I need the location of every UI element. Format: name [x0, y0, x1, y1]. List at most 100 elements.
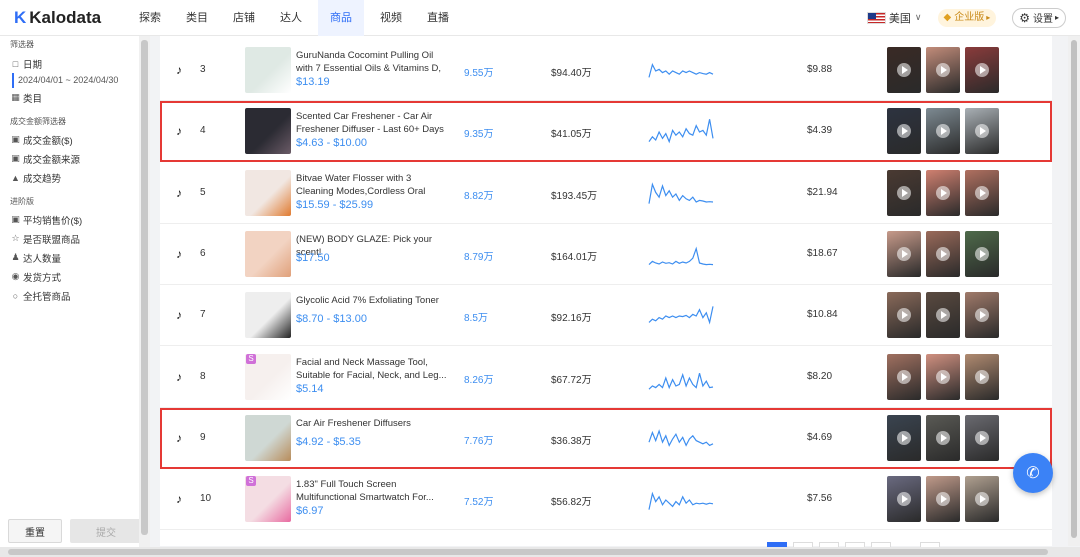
table-row[interactable]: ♪ 9 Car Air Freshener Diffusers $4.92 - $5.…	[160, 407, 1052, 469]
nav-item-6[interactable]: 直播	[418, 0, 458, 36]
video-thumbnail[interactable]	[965, 47, 999, 93]
top-bar: K Kalodata 探索 类目 店铺 达人 商品 视频 直播 美国 ∨ ◆ 企业版 ▸ ⚙…	[0, 0, 1080, 36]
video-thumbnail[interactable]	[887, 353, 921, 400]
video-thumbnail[interactable]	[926, 230, 960, 277]
sales-count[interactable]: 8.26万	[464, 371, 493, 386]
table-row[interactable]: ♪ 4 Scented Car Freshener - Car Air Freshe…	[160, 101, 1052, 163]
category-filter[interactable]: ▦ 类目	[10, 88, 149, 107]
avg-price: $18.67	[807, 247, 838, 259]
video-thumbnail[interactable]	[926, 108, 960, 155]
advanced-filter-item-2[interactable]: ♟ 达人数量	[10, 248, 149, 267]
gmv-filter-item-label: 成交金额($)	[23, 135, 73, 147]
avg-price: $8.20	[807, 370, 833, 382]
table-row[interactable]: ♪ 5 Bitvae Water Flosser with 3 Cleaning M…	[160, 163, 1052, 224]
sidebar-scrollbar-thumb[interactable]	[141, 40, 148, 535]
country-selector[interactable]: 美国	[889, 10, 911, 26]
nav-item-4[interactable]: 商品	[318, 0, 364, 36]
advanced-filter-item-3[interactable]: ◉ 发货方式	[10, 267, 149, 286]
sales-count[interactable]: 8.79万	[464, 248, 493, 263]
video-thumbnail[interactable]	[965, 353, 999, 400]
video-thumbnail[interactable]	[965, 169, 999, 216]
video-thumbnail[interactable]	[926, 353, 960, 400]
gmv-filter-list: ▣ 成交金额($) ▣ 成交金额来源 ▲ 成交趋势	[0, 130, 149, 187]
gmv-filter-item-1[interactable]: ▣ 成交金额来源	[10, 149, 149, 168]
product-title[interactable]: 1.83" Full Touch Screen Multifunctional …	[296, 478, 448, 504]
video-thumbnail[interactable]	[887, 292, 921, 339]
advanced-filter-item-4[interactable]: ○ 全托管商品	[10, 286, 149, 305]
support-button[interactable]: ✆	[1013, 453, 1053, 493]
video-thumbnail[interactable]	[965, 108, 999, 155]
video-thumbnail[interactable]	[887, 47, 921, 93]
nav-item-0[interactable]: 探索	[130, 0, 170, 36]
play-icon	[897, 308, 911, 323]
video-thumbnail[interactable]	[926, 169, 960, 216]
nav-item-5[interactable]: 视频	[371, 0, 411, 36]
table-row[interactable]: ♪ 10 S 1.83" Full Touch Screen Multifunctio…	[160, 469, 1052, 531]
gmv-filter-item-2[interactable]: ▲ 成交趋势	[10, 168, 149, 187]
us-flag-icon[interactable]	[866, 11, 886, 24]
sidebar-scrollbar[interactable]	[139, 36, 150, 557]
filter-section-title: 筛选器	[10, 40, 34, 49]
sales-count[interactable]: 7.52万	[464, 493, 493, 508]
product-title[interactable]: Bitvae Water Flosser with 3 Cleaning Mod…	[296, 172, 448, 199]
product-title[interactable]: Scented Car Freshener - Car Air Freshene…	[296, 110, 448, 136]
gmv-filter-item-0[interactable]: ▣ 成交金额($)	[10, 130, 149, 149]
play-icon	[936, 308, 950, 323]
video-thumbnail[interactable]	[965, 292, 999, 339]
product-image[interactable]	[245, 292, 291, 339]
product-title[interactable]: Glycolic Acid 7% Exfoliating Toner	[296, 294, 448, 307]
enterprise-badge[interactable]: ◆ 企业版 ▸	[937, 8, 997, 27]
product-image[interactable]	[245, 169, 291, 216]
advanced-filter-item-1[interactable]: ☆ 是否联盟商品	[10, 229, 149, 248]
submit-button[interactable]: 提交	[70, 519, 142, 543]
video-thumbnail[interactable]	[965, 230, 999, 277]
sales-count[interactable]: 8.82万	[464, 187, 493, 202]
sales-count[interactable]: 9.35万	[464, 125, 493, 140]
horizontal-scrollbar[interactable]	[0, 547, 1080, 557]
sales-count[interactable]: 8.5万	[464, 309, 488, 324]
sales-count[interactable]: 7.76万	[464, 432, 493, 447]
video-thumbnail[interactable]	[965, 414, 999, 461]
product-title[interactable]: Car Air Freshener Diffusers	[296, 417, 448, 430]
table-row[interactable]: ♪ 3 GuruNanda Cocomint Pulling Oil with 7 …	[160, 40, 1052, 101]
video-thumbnail[interactable]	[926, 414, 960, 461]
product-title[interactable]: Facial and Neck Massage Tool, Suitable f…	[296, 356, 448, 382]
nav-item-2[interactable]: 店铺	[224, 0, 264, 36]
avg-price: $9.88	[807, 64, 833, 75]
video-thumbnail[interactable]	[926, 47, 960, 93]
video-thumbnail[interactable]	[887, 169, 921, 216]
logo[interactable]: K Kalodata	[14, 8, 130, 28]
reset-button[interactable]: 重置	[8, 519, 62, 543]
video-thumbnail[interactable]	[887, 476, 921, 523]
main-scrollbar-thumb[interactable]	[1071, 40, 1077, 538]
nav-item-1[interactable]: 类目	[177, 0, 217, 36]
product-image[interactable]	[245, 47, 291, 93]
main-scrollbar[interactable]	[1068, 36, 1080, 546]
video-thumbnail[interactable]	[887, 230, 921, 277]
date-range[interactable]: 2024/04/01 ~ 2024/04/30	[12, 73, 149, 88]
table-row[interactable]: ♪ 6 (NEW) BODY GLAZE: Pick your scent! $17.…	[160, 224, 1052, 285]
sales-count[interactable]: 9.55万	[464, 64, 493, 79]
video-thumbnail[interactable]	[887, 414, 921, 461]
video-thumbnail[interactable]	[926, 476, 960, 523]
product-image[interactable]	[245, 414, 291, 461]
product-image[interactable]	[245, 108, 291, 155]
date-filter[interactable]: □ 日期	[10, 54, 149, 73]
advanced-filter-item-0[interactable]: ▣ 平均销售价($)	[10, 210, 149, 229]
table-row[interactable]: ♪ 7 Glycolic Acid 7% Exfoliating Toner $8.7…	[160, 285, 1052, 347]
video-thumbnail[interactable]	[887, 108, 921, 155]
grid-icon: ▦	[11, 92, 20, 102]
play-icon	[936, 185, 950, 200]
settings-button[interactable]: ⚙ 设置 ▸	[1012, 7, 1066, 28]
chevron-down-icon[interactable]: ∨	[915, 12, 922, 23]
product-image[interactable]	[245, 230, 291, 277]
play-icon	[975, 369, 989, 384]
video-thumbnail[interactable]	[965, 476, 999, 523]
product-title[interactable]: GuruNanda Cocomint Pulling Oil with 7 Es…	[296, 49, 448, 76]
horizontal-scrollbar-thumb[interactable]	[8, 549, 1048, 555]
video-thumbnail[interactable]	[926, 292, 960, 339]
nav-item-3[interactable]: 达人	[271, 0, 311, 36]
rank: 3	[200, 64, 206, 75]
sales-trend-sparkline	[648, 372, 714, 390]
table-row[interactable]: ♪ 8 S Facial and Neck Massage Tool, Suitabl…	[160, 347, 1052, 408]
